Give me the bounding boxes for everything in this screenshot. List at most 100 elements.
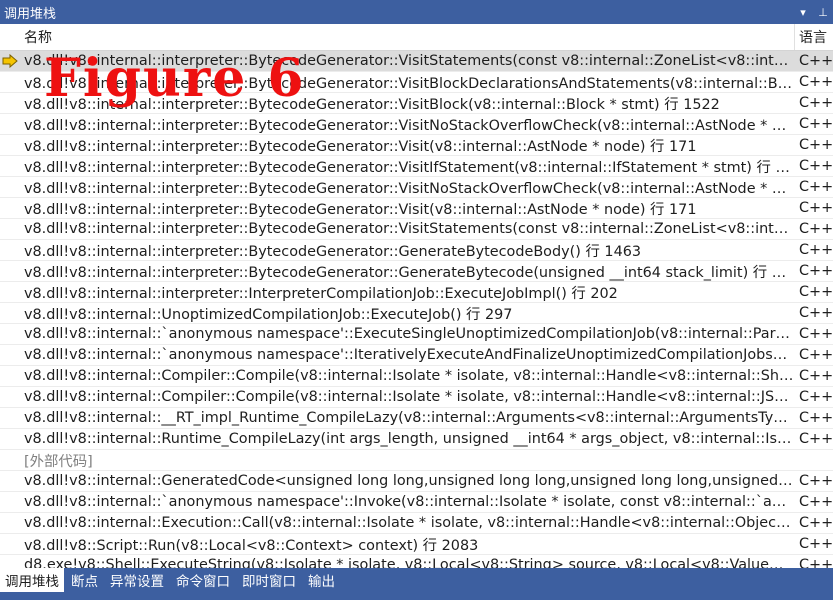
stack-frame-row[interactable]: v8.dll!v8::internal::`anonymous namespac… bbox=[0, 345, 833, 366]
frame-language: C++ bbox=[799, 116, 833, 132]
frame-language: C++ bbox=[799, 137, 833, 153]
frame-name: v8.dll!v8::internal::__RT_impl_Runtime_C… bbox=[24, 410, 795, 426]
frame-name: v8.dll!v8::Script::Run(v8::Local<v8::Con… bbox=[24, 537, 479, 554]
row-gutter bbox=[0, 135, 20, 155]
tab-2[interactable]: 异常设置 bbox=[105, 568, 169, 592]
call-stack-title-bar: 调用堆栈 ▾ ⊥ bbox=[0, 0, 833, 24]
frame-language: C++ bbox=[799, 347, 833, 363]
current-frame-arrow-icon bbox=[0, 51, 20, 71]
stack-frame-row[interactable]: d8.exe!v8::Shell::ExecuteString(v8::Isol… bbox=[0, 555, 833, 568]
frame-language: C++ bbox=[799, 557, 833, 568]
stack-frame-row[interactable]: v8.dll!v8::internal::interpreter::Byteco… bbox=[0, 72, 833, 93]
stack-frame-row[interactable]: v8.dll!v8::internal::interpreter::Byteco… bbox=[0, 51, 833, 72]
row-gutter bbox=[0, 345, 20, 365]
grid-header: 名称 语言 bbox=[0, 24, 833, 51]
stack-frame-row[interactable]: v8.dll!v8::internal::interpreter::Byteco… bbox=[0, 93, 833, 114]
stack-frame-row[interactable]: v8.dll!v8::internal::UnoptimizedCompilat… bbox=[0, 303, 833, 324]
frame-name: v8.dll!v8::internal::interpreter::Byteco… bbox=[24, 221, 795, 237]
frame-language: C++ bbox=[799, 95, 833, 111]
stack-frame-row[interactable]: v8.dll!v8::internal::interpreter::Byteco… bbox=[0, 177, 833, 198]
row-gutter bbox=[0, 72, 20, 92]
stack-frame-row[interactable]: v8.dll!v8::internal::__RT_impl_Runtime_C… bbox=[0, 408, 833, 429]
stack-frame-row[interactable]: v8.dll!v8::internal::interpreter::Interp… bbox=[0, 282, 833, 303]
stack-frame-row[interactable]: v8.dll!v8::internal::interpreter::Byteco… bbox=[0, 198, 833, 219]
frame-name: v8.dll!v8::internal::interpreter::Byteco… bbox=[24, 264, 795, 281]
frame-name: d8.exe!v8::Shell::ExecuteString(v8::Isol… bbox=[24, 557, 795, 568]
stack-frame-row[interactable]: v8.dll!v8::internal::interpreter::Byteco… bbox=[0, 156, 833, 177]
row-gutter bbox=[0, 324, 20, 344]
stack-frame-row[interactable]: v8.dll!v8::internal::`anonymous namespac… bbox=[0, 324, 833, 345]
frame-language: C++ bbox=[799, 242, 833, 258]
row-gutter bbox=[0, 93, 20, 113]
stack-frame-row[interactable]: v8.dll!v8::internal::interpreter::Byteco… bbox=[0, 114, 833, 135]
frame-name: v8.dll!v8::internal::Execution::Call(v8:… bbox=[24, 515, 795, 531]
row-gutter bbox=[0, 177, 20, 197]
stack-frame-row[interactable]: v8.dll!v8::Script::Run(v8::Local<v8::Con… bbox=[0, 534, 833, 555]
frame-name: v8.dll!v8::internal::interpreter::Byteco… bbox=[24, 180, 795, 197]
frame-language: C++ bbox=[799, 431, 833, 447]
dropdown-icon[interactable]: ▾ bbox=[793, 2, 813, 22]
frame-language: C++ bbox=[799, 53, 833, 69]
tab-5[interactable]: 输出 bbox=[303, 568, 340, 592]
row-gutter bbox=[0, 219, 20, 239]
row-gutter bbox=[0, 513, 20, 533]
stack-frame-row[interactable]: v8.dll!v8::internal::Compiler::Compile(v… bbox=[0, 366, 833, 387]
frame-name: v8.dll!v8::internal::interpreter::Byteco… bbox=[24, 243, 642, 260]
frame-name: v8.dll!v8::internal::UnoptimizedCompilat… bbox=[24, 306, 513, 323]
stack-frame-row[interactable]: [外部代码] bbox=[0, 450, 833, 471]
row-gutter bbox=[0, 282, 20, 302]
row-gutter bbox=[0, 303, 20, 323]
row-gutter bbox=[0, 387, 20, 407]
stack-frame-row[interactable]: v8.dll!v8::internal::GeneratedCode<unsig… bbox=[0, 471, 833, 492]
row-gutter bbox=[0, 534, 20, 554]
pin-icon[interactable]: ⊥ bbox=[813, 2, 833, 22]
frame-language: C++ bbox=[799, 305, 833, 321]
frame-language: C++ bbox=[799, 284, 833, 300]
tab-4[interactable]: 即时窗口 bbox=[237, 568, 301, 592]
frame-name: v8.dll!v8::internal::interpreter::Byteco… bbox=[24, 117, 795, 134]
frame-name: v8.dll!v8::internal::`anonymous namespac… bbox=[24, 347, 795, 363]
frame-name: v8.dll!v8::internal::interpreter::Byteco… bbox=[24, 138, 697, 155]
stack-frame-row[interactable]: v8.dll!v8::internal::interpreter::Byteco… bbox=[0, 261, 833, 282]
stack-frame-row[interactable]: v8.dll!v8::internal::Compiler::Compile(v… bbox=[0, 387, 833, 408]
stack-frame-row[interactable]: v8.dll!v8::internal::interpreter::Byteco… bbox=[0, 240, 833, 261]
row-gutter bbox=[0, 366, 20, 386]
gutter-header bbox=[0, 24, 20, 50]
row-gutter bbox=[0, 429, 20, 449]
frame-language: C++ bbox=[799, 158, 833, 174]
row-gutter bbox=[0, 114, 20, 134]
frame-name: v8.dll!v8::internal::`anonymous namespac… bbox=[24, 494, 795, 510]
stack-frame-row[interactable]: v8.dll!v8::internal::Execution::Call(v8:… bbox=[0, 513, 833, 534]
frame-name: v8.dll!v8::internal::interpreter::Byteco… bbox=[24, 75, 795, 92]
row-gutter bbox=[0, 408, 20, 428]
frame-name: v8.dll!v8::internal::GeneratedCode<unsig… bbox=[24, 473, 795, 489]
frame-name: v8.dll!v8::internal::Compiler::Compile(v… bbox=[24, 389, 795, 405]
frame-language: C++ bbox=[799, 410, 833, 426]
frame-language: C++ bbox=[799, 494, 833, 510]
row-gutter bbox=[0, 261, 20, 281]
stack-frame-row[interactable]: v8.dll!v8::internal::Runtime_CompileLazy… bbox=[0, 429, 833, 450]
row-gutter bbox=[0, 198, 20, 218]
stack-frame-row[interactable]: v8.dll!v8::internal::interpreter::Byteco… bbox=[0, 135, 833, 156]
row-gutter bbox=[0, 492, 20, 512]
column-header-language[interactable]: 语言 bbox=[795, 24, 833, 50]
frame-name: v8.dll!v8::internal::interpreter::Interp… bbox=[24, 285, 618, 302]
tab-3[interactable]: 命令窗口 bbox=[171, 568, 235, 592]
tab-0[interactable]: 调用堆栈 bbox=[0, 568, 64, 592]
stack-frame-row[interactable]: v8.dll!v8::internal::`anonymous namespac… bbox=[0, 492, 833, 513]
column-header-name[interactable]: 名称 bbox=[20, 24, 795, 50]
tab-1[interactable]: 断点 bbox=[66, 568, 103, 592]
row-gutter bbox=[0, 240, 20, 260]
row-gutter bbox=[0, 156, 20, 176]
frame-name: v8.dll!v8::internal::interpreter::Byteco… bbox=[24, 201, 697, 218]
frame-language: C++ bbox=[799, 200, 833, 216]
row-gutter bbox=[0, 555, 20, 568]
frame-language: C++ bbox=[799, 74, 833, 90]
frame-language: C++ bbox=[799, 368, 833, 384]
frame-name: v8.dll!v8::internal::Runtime_CompileLazy… bbox=[24, 431, 795, 447]
stack-frame-row[interactable]: v8.dll!v8::internal::interpreter::Byteco… bbox=[0, 219, 833, 240]
frame-name: v8.dll!v8::internal::interpreter::Byteco… bbox=[24, 96, 720, 113]
row-gutter bbox=[0, 450, 20, 470]
frame-name: v8.dll!v8::internal::interpreter::Byteco… bbox=[24, 159, 795, 176]
frame-language: C++ bbox=[799, 263, 833, 279]
